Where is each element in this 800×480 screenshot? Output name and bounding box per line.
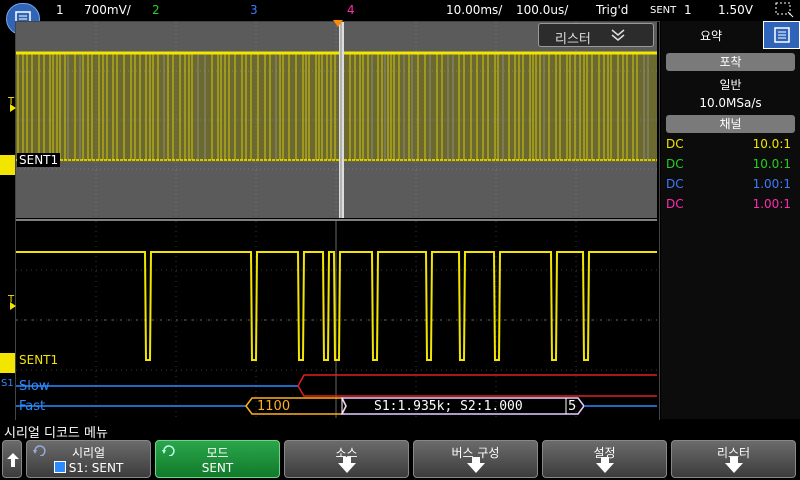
fast-decode-text: S1:1.935k; S2:1.000	[374, 399, 523, 414]
channel-coupling: DC	[666, 137, 684, 151]
serial-color-swatch	[53, 461, 66, 473]
channel-probe: 10.0:1	[752, 137, 791, 151]
sample-rate: 10.0MSa/s	[699, 96, 762, 110]
ground-icon[interactable]	[0, 155, 15, 175]
tab-summary[interactable]: 요약	[661, 23, 761, 47]
channel-row: DC 10.0:1	[666, 137, 791, 151]
channel-row: DC 1.00:1	[666, 177, 791, 191]
sent1-label-top: SENT1	[17, 153, 61, 167]
serial-softkey[interactable]: 시리얼 S1: SENT	[26, 440, 151, 478]
down-arrow-icon	[724, 457, 743, 473]
side-panel: 요약 포착 일반 10.0MSa/s 채널 DC 10.0:1 DC 10.0:1 …	[661, 21, 800, 419]
zoom-trigger-arrow-icon	[10, 302, 16, 310]
lister-chevron-icon	[611, 29, 625, 41]
serial-softkey-value: S1: SENT	[27, 461, 150, 475]
lister-label: 리스터	[555, 32, 591, 47]
channel-coupling: DC	[666, 177, 684, 191]
fast-status-value: 1100	[257, 399, 291, 414]
channel-row: DC 1.00:1	[666, 197, 791, 211]
sent1-label-bottom: SENT1	[19, 353, 59, 367]
trigger-level[interactable]: 1.50V	[718, 3, 753, 17]
back-arrow-icon	[7, 453, 19, 467]
mode-softkey-value: SENT	[201, 461, 234, 475]
waveform-canvas	[16, 20, 657, 418]
lister-toggle-button[interactable]: 리스터	[538, 23, 654, 47]
fast-label: Fast	[19, 399, 46, 414]
down-arrow-icon	[595, 457, 614, 473]
channel-header: 채널	[666, 115, 795, 133]
acquisition-header: 포착	[666, 53, 795, 71]
channel-probe: 10.0:1	[752, 157, 791, 171]
mode-softkey-label: 모드	[206, 446, 229, 460]
menu-title: 시리얼 디코드 메뉴	[4, 426, 108, 441]
down-arrow-icon	[466, 457, 485, 473]
run-indicator-icon	[774, 1, 794, 22]
channel-coupling: DC	[666, 157, 684, 171]
channel-probe: 1.00:1	[752, 177, 791, 191]
settings-softkey[interactable]: 설정	[542, 440, 667, 478]
down-arrow-icon	[337, 457, 356, 473]
serial-softkey-label: 시리얼	[71, 446, 106, 460]
lister-softkey[interactable]: 리스터	[671, 440, 796, 478]
back-button[interactable]	[2, 440, 22, 478]
channel-coupling: DC	[666, 197, 684, 211]
sidebar-menu-button[interactable]	[763, 21, 800, 49]
serial-softkey-value-text: S1: SENT	[68, 461, 124, 475]
serial-bus-tag[interactable]: S1	[1, 379, 14, 389]
zoom-ground-icon[interactable]	[0, 353, 15, 373]
mode-softkey[interactable]: 모드 SENT	[155, 440, 280, 478]
fast-crc: 5	[568, 399, 577, 414]
channel-row: DC 10.0:1	[666, 157, 791, 171]
tab-summary-label: 요약	[699, 28, 723, 43]
sidebar-menu-icon	[774, 27, 790, 43]
channel-probe: 1.00:1	[752, 197, 791, 211]
source-softkey[interactable]: 소스	[284, 440, 409, 478]
acquisition-mode: 일반	[719, 78, 742, 92]
trigger-source[interactable]: 1	[684, 3, 692, 17]
trigger-level-arrow-icon	[10, 104, 16, 112]
slow-label: Slow	[19, 379, 50, 394]
bus-config-softkey[interactable]: 버스 구성	[413, 440, 538, 478]
